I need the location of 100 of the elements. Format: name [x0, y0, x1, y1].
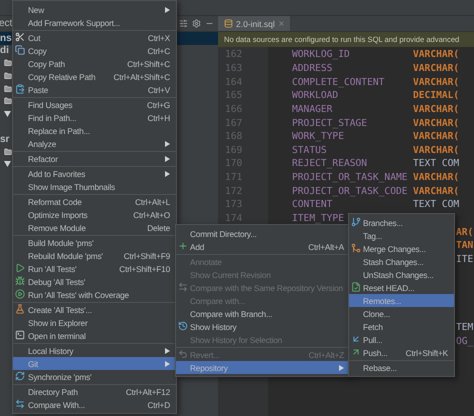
code-text: ADDRESS	[292, 62, 332, 74]
history-icon	[178, 321, 188, 331]
code-text: PROJECT_OR_TASK_NAME	[292, 172, 408, 184]
code-text: COMPLETE_CONTENT	[292, 76, 384, 88]
code-text: TAN	[456, 240, 474, 252]
code-text: AR(	[456, 226, 474, 238]
submenu-arrow-icon	[165, 6, 170, 12]
menu-item[interactable]: Directory Path Ctrl+Alt+F12	[13, 385, 176, 398]
menu-item[interactable]: Replace in Path...	[13, 124, 176, 137]
expand-arrow-icon[interactable]	[4, 110, 11, 117]
arrow-up-icon	[351, 347, 361, 357]
menu-item[interactable]: Local History	[13, 344, 176, 357]
menu-item[interactable]: Copy Path Ctrl+Shift+C	[13, 57, 176, 70]
code-text: TEM	[456, 322, 474, 334]
code-text: PROJECT_STAGE	[292, 118, 368, 129]
menu-item[interactable]: Create 'All Tests'...	[13, 303, 176, 316]
tree-item[interactable]: di	[0, 45, 9, 56]
menu-item[interactable]: Commit Directory...	[176, 227, 350, 240]
menu-item[interactable]: Cut Ctrl+X	[13, 31, 176, 44]
code-text: REJECT_REASON	[292, 158, 368, 170]
menu-item[interactable]: Compare with Branch...	[176, 307, 350, 320]
file-tab[interactable]: 2.0-init.sql	[218, 16, 290, 31]
code-text: TEXT COM	[413, 199, 460, 210]
menu-item[interactable]: Reset HEAD...	[349, 281, 454, 294]
submenu-arrow-icon	[165, 348, 170, 354]
code-text: CONTENT	[292, 199, 332, 210]
menu-item[interactable]: Add to Favorites	[13, 167, 176, 180]
menu-item[interactable]: Clone...	[349, 307, 454, 320]
submenu-arrow-icon	[165, 360, 170, 366]
submenu-arrow-icon	[165, 140, 170, 146]
menu-item[interactable]: Run 'All Tests' Ctrl+Shift+F10	[13, 262, 176, 275]
code-text: VARCHAR(	[413, 104, 460, 115]
menu-item[interactable]: Rebuild Module 'pms' Ctrl+Shift+F9	[13, 249, 176, 262]
menu-item[interactable]: Paste Ctrl+V	[13, 83, 176, 96]
menu-item[interactable]: Find Usages Ctrl+G	[13, 98, 176, 111]
menu-item[interactable]: Branches...	[349, 216, 454, 229]
menu-item[interactable]: Show History	[176, 320, 350, 333]
menu-item[interactable]: Add Ctrl+Alt+A	[176, 240, 350, 253]
menu-item[interactable]: Rebase...	[349, 361, 454, 374]
copy-icon	[15, 45, 25, 55]
code-text: VARCHAR(	[413, 118, 460, 129]
folder-icon[interactable]	[4, 59, 12, 68]
folder-icon[interactable]	[4, 148, 12, 156]
menu-item[interactable]: Tag...	[349, 229, 454, 242]
menu-item[interactable]: Show Image Thumbnails	[13, 180, 176, 193]
menu-item[interactable]: Debug 'All Tests'	[13, 275, 176, 288]
settings-icon[interactable]	[192, 19, 201, 28]
menu-item[interactable]: Find in Path... Ctrl+H	[13, 111, 176, 124]
scissors-icon	[15, 32, 25, 42]
menu-item[interactable]: Compare With... Ctrl+D	[13, 398, 176, 411]
menu-item[interactable]: Run 'All Tests' with Coverage	[13, 288, 176, 301]
folder-icon[interactable]	[4, 72, 12, 80]
play-circle-icon	[15, 289, 25, 299]
menu-item[interactable]: Fetch	[349, 320, 454, 333]
code-text: TEXT COM	[413, 158, 460, 170]
arrows-icon	[15, 399, 25, 409]
tree-item[interactable]: ns	[0, 32, 12, 44]
menu-item[interactable]: Optimize Imports Ctrl+Alt+O	[13, 208, 176, 221]
code-text: VARCHAR(	[413, 76, 460, 88]
menu-item[interactable]: Reformat Code Ctrl+Alt+L	[13, 195, 176, 208]
folder-icon[interactable]	[4, 84, 12, 93]
folder-icon[interactable]	[4, 97, 12, 106]
code-text: PROJECT_OR_TASK_CODE	[292, 186, 408, 197]
tree-item[interactable]: sr	[0, 134, 10, 145]
expand-arrow-icon[interactable]	[4, 161, 11, 168]
code-text: VARCHAR(	[413, 172, 460, 184]
clipboard-icon	[15, 84, 25, 94]
code-text: ITEM_TYPE	[292, 213, 344, 224]
flask-icon	[15, 304, 25, 314]
code-text: MANAGER	[292, 104, 332, 115]
menu-item[interactable]: Merge Changes...	[349, 242, 454, 255]
menu-item[interactable]: Show in Explorer	[13, 316, 176, 329]
menu-item[interactable]: Refactor	[13, 152, 176, 165]
menu-item[interactable]: Copy Relative Path Ctrl+Alt+Shift+C	[13, 70, 176, 83]
submenu-arrow-icon	[165, 170, 170, 176]
code-text: VARCHAR(	[413, 49, 460, 60]
code-text: ITE	[456, 254, 474, 265]
menu-item[interactable]: UnStash Changes...	[349, 268, 454, 281]
code-text: WORKLOAD	[292, 90, 338, 102]
plus-icon	[178, 241, 188, 251]
branch-icon	[351, 217, 361, 227]
code-text: WORKLOG_ID	[292, 49, 350, 60]
menu-item[interactable]: Pull...	[349, 333, 454, 346]
menu-item[interactable]: Analyze	[13, 137, 176, 150]
code-text: WORK_TYPE	[292, 131, 344, 142]
menu-item[interactable]: Synchronize 'pms'	[13, 370, 176, 383]
code-text: VARCHAR(	[413, 131, 460, 142]
arrows-icon	[178, 282, 188, 292]
code-text: DECIMAL(	[413, 90, 460, 102]
menu-item[interactable]: Build Module 'pms'	[13, 236, 176, 249]
menu-item[interactable]: Push... Ctrl+Shift+K	[349, 346, 454, 359]
menu-item[interactable]: Stash Changes...	[349, 255, 454, 268]
menu-item[interactable]: Remove Module Delete	[13, 221, 176, 234]
menu-item[interactable]: Copy Ctrl+C	[13, 44, 176, 57]
menu-item[interactable]: Add Framework Support...	[13, 16, 176, 29]
play-icon	[15, 263, 25, 273]
menu-item[interactable]: Open in terminal	[13, 329, 176, 342]
code-text: VARCHAR(	[413, 186, 460, 197]
code-text: VARCHAR(	[413, 144, 460, 156]
sliders-icon[interactable]	[179, 19, 188, 28]
